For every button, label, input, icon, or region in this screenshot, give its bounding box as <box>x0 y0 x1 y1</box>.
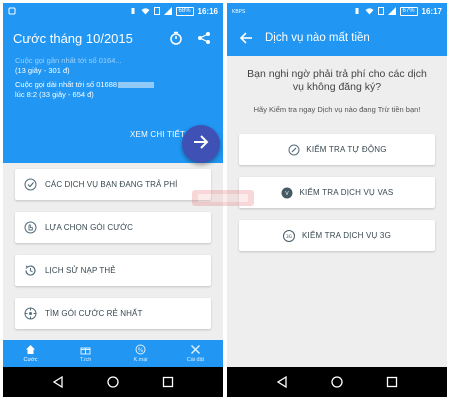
clock: 16:16 <box>197 7 218 16</box>
button-label: KIỂM TRA DỊCH VỤ 3G <box>301 231 391 240</box>
nav-label: Cước <box>23 357 38 363</box>
svg-text:%: % <box>138 347 144 354</box>
right-phone-screen: KBPS 67% 16:17 Dịch vụ nào mất tiền Bạn … <box>227 3 447 397</box>
wifi-icon <box>141 7 150 17</box>
search-pack-icon <box>23 307 37 321</box>
svg-text:V: V <box>285 191 289 197</box>
status-bar: KBPS 67% 16:17 <box>227 3 447 20</box>
left-phone-screen: 68% 16:16 Cước tháng 10/2015 Cuộc gọi gầ… <box>3 3 223 397</box>
sim-icon <box>153 6 160 17</box>
longest-call-detail: lúc 8:2 (33 giây - 654 đ) <box>15 90 94 99</box>
hint-text: Hãy Kiểm tra ngay Dịch vụ nào đang Trừ t… <box>253 105 421 114</box>
nav-label: T.ích <box>79 357 92 363</box>
home-icon <box>25 344 36 355</box>
app-bar: Cước tháng 10/2015 <box>3 20 223 56</box>
card-choose-package[interactable]: LỰA CHỌN GÓI CƯỚC <box>15 212 211 243</box>
card-label: LỰA CHỌN GÓI CƯỚC <box>45 223 134 232</box>
recent-call-text: Cuộc gọi gần nhất tới số 0164... <box>15 56 122 65</box>
auto-check-button[interactable]: KIỂM TRA TỰ ĐỘNG <box>239 134 435 165</box>
check-button-list: KIỂM TRA TỰ ĐỘNG V KIỂM TRA DỊCH VỤ VAS … <box>239 134 435 263</box>
nav-item-settings[interactable]: Cài đặt <box>168 340 223 367</box>
nav-item-cuoc[interactable]: Cước <box>3 340 58 367</box>
signal-icon <box>163 6 172 17</box>
history-icon <box>23 264 37 278</box>
3g-check-button[interactable]: 3G KIỂM TRA DỊCH VỤ 3G <box>239 220 435 251</box>
carrier-label: KBPS <box>232 8 246 15</box>
battery-indicator: 67% <box>399 7 418 16</box>
wifi-icon <box>365 7 374 17</box>
nav-item-kmai[interactable]: % K.mại <box>113 340 168 367</box>
card-label: LỊCH SỬ NẠP THẺ <box>45 266 116 275</box>
card-cheapest-package[interactable]: TÌM GÓI CƯỚC RẺ NHẤT <box>15 298 211 329</box>
longest-call-text: Cuộc gọi dài nhất tới số 01688 <box>15 80 211 90</box>
recents-square-icon[interactable] <box>386 376 398 388</box>
gift-icon <box>80 344 91 355</box>
card-paid-services[interactable]: CÁC DỊCH VỤ BẠN ĐANG TRẢ PHÍ <box>15 169 211 200</box>
vibrate-icon <box>353 7 361 17</box>
system-nav-bar <box>3 367 223 397</box>
auto-check-icon <box>287 143 300 156</box>
masked-number <box>118 82 155 89</box>
nav-label: Cài đặt <box>186 357 205 363</box>
vibrate-icon <box>129 7 137 17</box>
app-bar: Dịch vụ nào mất tiền <box>227 20 447 56</box>
3g-icon: 3G <box>283 229 296 242</box>
clock: 16:17 <box>421 7 442 16</box>
recents-square-icon[interactable] <box>162 376 174 388</box>
status-bar: 68% 16:16 <box>3 3 223 20</box>
promo-icon: % <box>135 344 146 355</box>
timer-icon[interactable] <box>167 29 185 47</box>
recent-call-detail: (13 giây - 301 đ) <box>15 66 70 75</box>
next-fab-button[interactable] <box>182 125 220 163</box>
watermark-logo <box>192 186 254 210</box>
button-label: KIỂM TRA TỰ ĐỘNG <box>306 145 387 154</box>
question-text: Bạn nghi ngờ phải trả phí cho các dịch v… <box>247 68 427 93</box>
home-circle-icon[interactable] <box>331 376 343 388</box>
see-detail-link[interactable]: XEM CHI TIẾT <box>130 130 185 140</box>
card-label: TÌM GÓI CƯỚC RẺ NHẤT <box>45 309 143 318</box>
longest-call-prefix: Cuộc gọi dài nhất tới số 01688 <box>15 80 118 89</box>
button-label: KIỂM TRA DỊCH VỤ VAS <box>299 188 394 197</box>
hand-point-icon <box>23 221 37 235</box>
tools-icon <box>190 344 201 355</box>
notification-icon <box>8 7 16 17</box>
card-topup-history[interactable]: LỊCH SỬ NẠP THẺ <box>15 255 211 286</box>
battery-indicator: 68% <box>175 7 194 16</box>
bottom-navigation: Cước T.ích % K.mại Cài đặt <box>3 340 223 367</box>
page-title: Dịch vụ nào mất tiền <box>265 32 370 44</box>
back-triangle-icon[interactable] <box>52 376 64 388</box>
nav-item-tich[interactable]: T.ích <box>58 340 113 367</box>
back-arrow-icon[interactable] <box>237 29 255 47</box>
vas-check-button[interactable]: V KIỂM TRA DỊCH VỤ VAS <box>239 177 435 208</box>
home-circle-icon[interactable] <box>107 376 119 388</box>
sim-icon <box>377 6 384 17</box>
system-nav-bar <box>227 367 447 397</box>
card-label: CÁC DỊCH VỤ BẠN ĐANG TRẢ PHÍ <box>45 180 178 189</box>
page-title: Cước tháng 10/2015 <box>13 30 133 46</box>
vas-icon: V <box>281 186 294 199</box>
check-circle-icon <box>23 178 37 192</box>
nav-label: K.mại <box>133 357 148 363</box>
feature-card-list: CÁC DỊCH VỤ BẠN ĐANG TRẢ PHÍ LỰA CHỌN GÓ… <box>15 169 211 341</box>
share-icon[interactable] <box>195 29 213 47</box>
arrow-right-icon <box>193 134 209 154</box>
signal-icon <box>387 6 396 17</box>
svg-text:3G: 3G <box>286 234 293 240</box>
back-triangle-icon[interactable] <box>276 376 288 388</box>
